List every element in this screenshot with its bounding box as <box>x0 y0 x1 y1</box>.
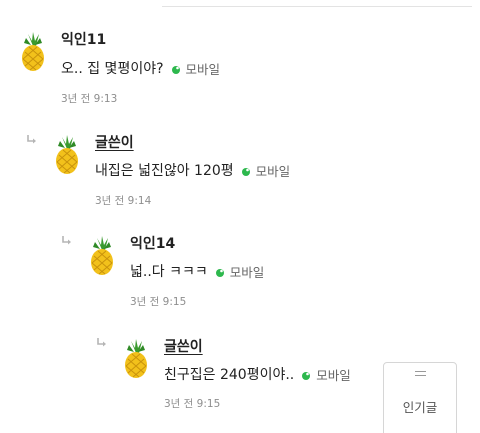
reply-arrow-icon <box>96 337 110 349</box>
comment-timestamp: 3년 전 9:15 <box>164 398 221 410</box>
pineapple-avatar-icon[interactable] <box>85 236 119 276</box>
comment-timestamp: 3년 전 9:15 <box>130 296 187 308</box>
comment-text: 오.. 집 몇평이야? 모바일 <box>61 58 220 78</box>
mobile-icon <box>241 165 251 176</box>
comment-text: 넓..다 ㅋㅋㅋ 모바일 <box>130 261 264 281</box>
comment-author-name[interactable]: 글쓴이 <box>164 336 203 356</box>
comment-timestamp: 3년 전 9:13 <box>61 93 118 105</box>
mobile-icon <box>171 63 181 74</box>
device-label: 모바일 <box>316 367 351 383</box>
device-label: 모바일 <box>229 264 265 280</box>
comment-text: 친구집은 240평이야.. 모바일 <box>164 364 351 384</box>
pineapple-avatar-icon[interactable] <box>50 135 84 175</box>
pineapple-avatar-icon[interactable] <box>119 339 153 379</box>
menu-icon <box>415 371 426 380</box>
mobile-icon <box>301 369 311 380</box>
pineapple-avatar-icon[interactable] <box>16 32 50 72</box>
comment-author-name[interactable]: 익인11 <box>61 29 106 49</box>
popular-posts-button[interactable]: 인기글 <box>383 362 457 433</box>
comment-body: 친구집은 240평이야.. <box>164 367 295 383</box>
comment-text: 내집은 넓진않아 120평 모바일 <box>95 160 290 180</box>
comment-body: 내집은 넓진않아 120평 <box>95 163 234 179</box>
comment-body: 오.. 집 몇평이야? <box>61 61 164 77</box>
comment-item: 글쓴이 내집은 넓진않아 120평 모바일 3년 전 9:14 <box>0 110 480 220</box>
mobile-icon <box>215 266 225 277</box>
comment-item: 익인14 넓..다 ㅋㅋㅋ 모바일 3년 전 9:15 <box>0 220 480 330</box>
comment-author-name[interactable]: 글쓴이 <box>95 132 134 152</box>
reply-arrow-icon <box>61 235 75 247</box>
comment-author-name[interactable]: 익인14 <box>130 233 175 253</box>
comment-timestamp: 3년 전 9:14 <box>95 195 152 207</box>
comment-body: 넓..다 ㅋㅋㅋ <box>130 264 208 280</box>
comment-item: 익인11 오.. 집 몇평이야? 모바일 3년 전 9:13 <box>0 0 480 110</box>
popular-posts-label: 인기글 <box>402 400 438 415</box>
device-label: 모바일 <box>255 163 291 179</box>
reply-arrow-icon <box>26 134 40 146</box>
device-label: 모바일 <box>185 61 221 77</box>
